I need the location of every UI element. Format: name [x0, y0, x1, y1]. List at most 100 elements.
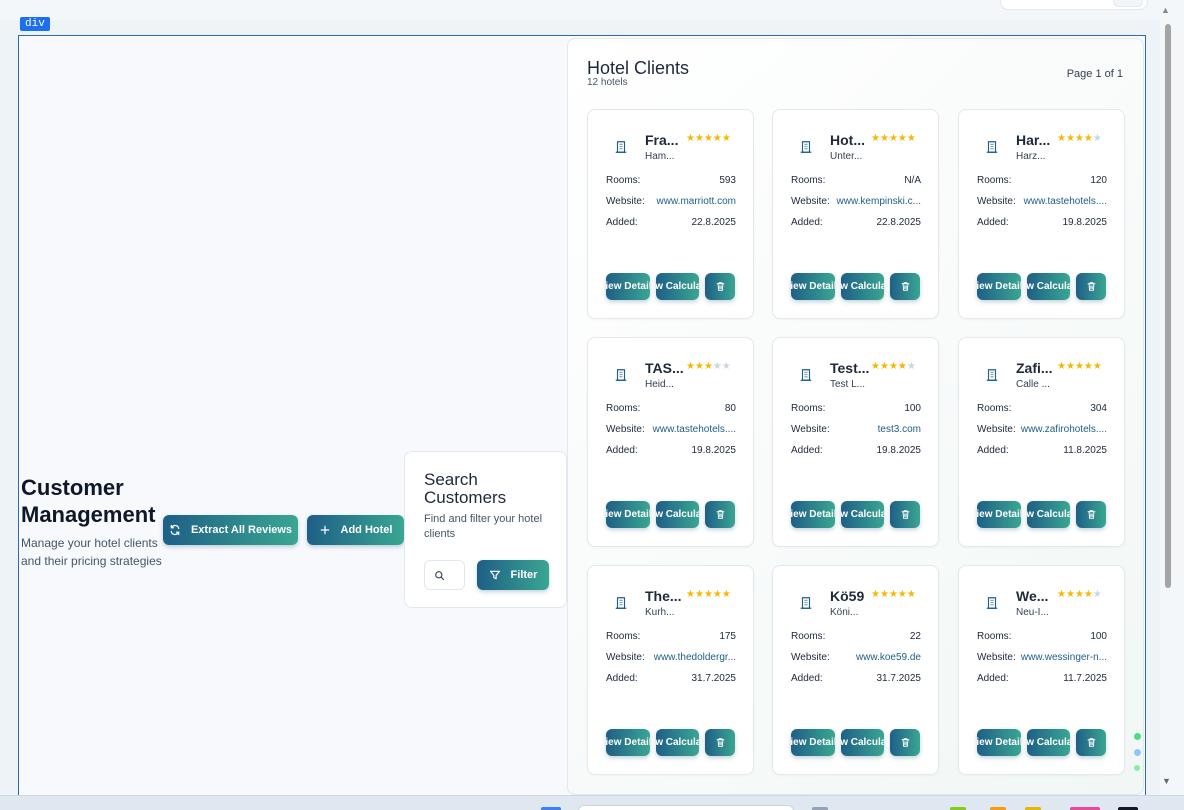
hotel-name[interactable]: Har... [1016, 132, 1050, 148]
rooms-label: Rooms: [606, 631, 641, 642]
website-link[interactable]: www.kempinski.c... [837, 196, 921, 207]
star-filled-icon: ★ [888, 589, 898, 600]
added-label: Added: [977, 673, 1009, 684]
star-filled-icon: ★ [879, 589, 889, 600]
hotel-card[interactable]: Har... ★★★★★ Harz... Rooms: 120 Website: w… [958, 109, 1125, 319]
star-filled-icon: ★ [897, 361, 907, 372]
view-details-button[interactable]: View Details [977, 273, 1021, 300]
view-calculator-button[interactable]: View Calculator [1027, 729, 1070, 756]
hotel-name[interactable]: Zafi... [1016, 360, 1053, 376]
website-link[interactable]: www.marriott.com [657, 196, 736, 207]
view-details-button[interactable]: View Details [606, 729, 650, 756]
view-details-label: View Details [606, 281, 650, 292]
star-filled-icon: ★ [871, 589, 880, 600]
website-link[interactable]: www.zafirohotels.... [1021, 424, 1107, 435]
card-actions: View Details View Calculator [791, 501, 921, 528]
view-details-button[interactable]: View Details [791, 729, 835, 756]
hotel-card[interactable]: Fra... ★★★★★ Ham... Rooms: 593 Website: ww… [587, 109, 754, 319]
hotel-name[interactable]: Test... [830, 360, 869, 376]
delete-hotel-button[interactable] [1076, 501, 1106, 528]
hotel-card[interactable]: Zafi... ★★★★★ Calle ... Rooms: 304 Websit… [958, 337, 1125, 547]
delete-hotel-button[interactable] [890, 273, 920, 300]
taskbar-search-box[interactable] [578, 805, 794, 810]
hotel-name[interactable]: Fra... [645, 132, 678, 148]
star-filled-icon: ★ [703, 133, 713, 144]
hotel-city: Unter... [830, 151, 863, 162]
star-filled-icon: ★ [897, 589, 907, 600]
top-toolbar-pill[interactable] [1000, 0, 1148, 10]
trash-icon [901, 510, 909, 519]
star-rating: ★★★★★ [871, 361, 916, 372]
view-calculator-button[interactable]: View Calculator [841, 273, 884, 300]
rooms-label: Rooms: [977, 631, 1012, 642]
delete-hotel-button[interactable] [705, 273, 735, 300]
view-calculator-button[interactable]: View Calculator [841, 501, 884, 528]
card-actions: View Details View Calculator [606, 501, 736, 528]
view-details-button[interactable]: View Details [791, 501, 835, 528]
hotel-city: Köni... [830, 607, 859, 618]
star-empty-icon: ★ [721, 361, 731, 372]
hotel-name[interactable]: TAS... [645, 360, 684, 376]
hotel-city: Test L... [830, 379, 866, 390]
view-details-button[interactable]: View Details [791, 273, 835, 300]
view-details-button[interactable]: View Details [977, 501, 1021, 528]
view-calculator-label: View Calculator [656, 737, 699, 748]
added-label: Added: [791, 217, 823, 228]
star-filled-icon: ★ [1057, 361, 1066, 372]
search-input[interactable] [424, 560, 465, 590]
hotel-card[interactable]: The... ★★★★★ Kurh... Rooms: 175 Website: w… [587, 565, 754, 775]
view-calculator-button[interactable]: View Calculator [656, 501, 699, 528]
view-details-button[interactable]: View Details [606, 501, 650, 528]
rooms-label: Rooms: [606, 403, 641, 414]
scroll-down-arrow[interactable]: ▼ [1162, 776, 1171, 786]
hotel-name[interactable]: The... [645, 588, 682, 604]
star-filled-icon: ★ [1083, 361, 1093, 372]
view-details-button[interactable]: View Details [977, 729, 1021, 756]
view-calculator-button[interactable]: View Calculator [1027, 273, 1070, 300]
star-filled-icon: ★ [703, 589, 713, 600]
view-details-button[interactable]: View Details [606, 273, 650, 300]
rooms-label: Rooms: [977, 175, 1012, 186]
view-calculator-label: View Calculator [841, 509, 884, 520]
added-date: 11.7.2025 [1063, 673, 1107, 684]
add-hotel-button[interactable]: Add Hotel [307, 515, 404, 545]
website-link[interactable]: test3.com [878, 424, 921, 435]
hotel-card[interactable]: Test... ★★★★★ Test L... Rooms: 100 Websit… [772, 337, 939, 547]
website-link[interactable]: www.thedoldergr... [654, 652, 736, 663]
delete-hotel-button[interactable] [890, 501, 920, 528]
website-label: Website: [606, 652, 645, 663]
hotel-card[interactable]: TAS... ★★★★★ Heid... Rooms: 80 Website: ww… [587, 337, 754, 547]
page-indicator: Page 1 of 1 [1066, 68, 1123, 80]
top-toolbar-button[interactable] [1113, 0, 1143, 7]
extract-all-reviews-button[interactable]: Extract All Reviews [163, 515, 298, 545]
vertical-scrollbar[interactable]: ▲ ▼ [1160, 0, 1184, 795]
delete-hotel-button[interactable] [890, 729, 920, 756]
view-calculator-button[interactable]: View Calculator [656, 729, 699, 756]
hotel-card[interactable]: Kö59 ★★★★★ Köni... Rooms: 22 Website: www.… [772, 565, 939, 775]
view-calculator-button[interactable]: View Calculator [841, 729, 884, 756]
website-link[interactable]: www.tastehotels.... [1024, 196, 1107, 207]
website-link[interactable]: www.tastehotels.... [653, 424, 736, 435]
scroll-up-arrow[interactable]: ▲ [1161, 5, 1170, 15]
scrollbar-thumb[interactable] [1165, 24, 1171, 588]
website-link[interactable]: www.koe59.de [856, 652, 921, 663]
view-calculator-button[interactable]: View Calculator [1027, 501, 1070, 528]
delete-hotel-button[interactable] [1076, 729, 1106, 756]
hotel-name[interactable]: We... [1016, 588, 1048, 604]
rooms-value: 304 [1090, 403, 1107, 414]
delete-hotel-button[interactable] [705, 729, 735, 756]
delete-hotel-button[interactable] [1076, 273, 1106, 300]
hotel-card[interactable]: Hot... ★★★★★ Unter... Rooms: N/A Website:… [772, 109, 939, 319]
card-actions: View Details View Calculator [606, 729, 736, 756]
hotel-name[interactable]: Hot... [830, 132, 865, 148]
search-card-title: Search Customers [424, 470, 507, 507]
hotel-name[interactable]: Kö59 [830, 588, 864, 604]
website-link[interactable]: www.wessinger-n... [1021, 652, 1107, 663]
hotel-card[interactable]: We... ★★★★★ Neu-I... Rooms: 100 Website: w… [958, 565, 1125, 775]
filter-button[interactable]: Filter [477, 560, 549, 590]
hotel-city: Heid... [645, 379, 674, 390]
delete-hotel-button[interactable] [705, 501, 735, 528]
view-calculator-button[interactable]: View Calculator [656, 273, 699, 300]
website-label: Website: [977, 196, 1016, 207]
rooms-value: N/A [904, 175, 921, 186]
